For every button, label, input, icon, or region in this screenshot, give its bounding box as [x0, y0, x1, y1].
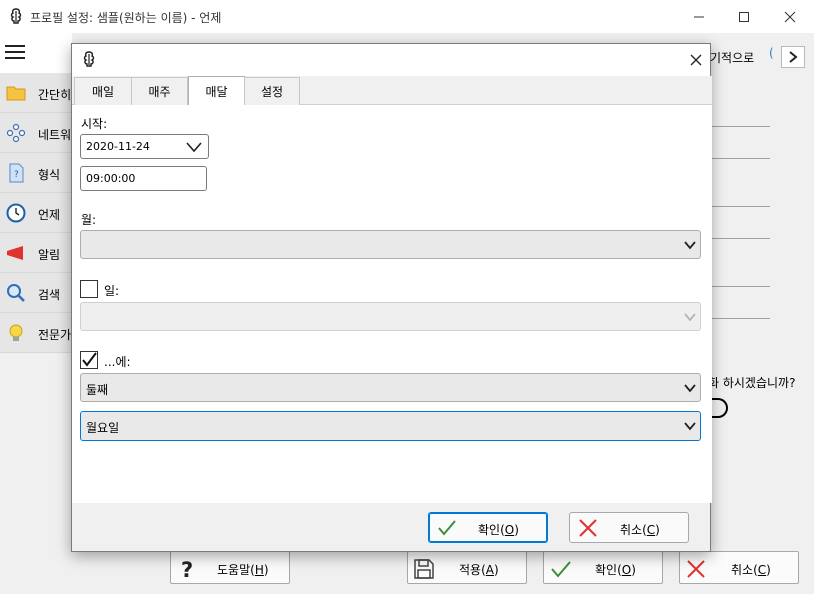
- on-checkbox[interactable]: [80, 351, 98, 369]
- cancel-x-icon: [579, 519, 597, 537]
- sidebar-item-label: 알림: [38, 248, 61, 262]
- network-icon: [6, 123, 26, 143]
- megaphone-icon: [7, 246, 23, 260]
- app-logo-icon: [10, 8, 22, 24]
- magnifier-icon: [7, 284, 25, 302]
- background-tab-label[interactable]: 기적으로: [710, 49, 754, 66]
- dialog-ok-button[interactable]: 확인(O): [428, 512, 548, 543]
- chevron-down-icon: [684, 384, 696, 393]
- sidebar-item-simple[interactable]: 간단히: [0, 73, 72, 113]
- apply-button[interactable]: 적용(A): [407, 551, 527, 584]
- background-divider: [710, 126, 770, 127]
- hamburger-menu-icon[interactable]: [5, 44, 25, 60]
- tab-monthly[interactable]: 매달: [188, 76, 245, 106]
- app-logo-icon: [83, 51, 95, 67]
- month-select[interactable]: [80, 230, 701, 259]
- help-button[interactable]: ? 도움말(H): [170, 551, 290, 584]
- sidebar: 간단히 네트워 ? 형식 언제 알림 검색 전문가: [0, 33, 72, 353]
- tab-scroll-next-button[interactable]: [781, 46, 805, 68]
- background-divider: [710, 286, 770, 287]
- schedule-dialog: 매일 매주 매달 설정 시작: 2020-11-24 09:00:00 월: 일…: [71, 43, 712, 552]
- day-label: 일:: [104, 284, 120, 298]
- chevron-down-icon: [684, 241, 696, 250]
- day-select[interactable]: [80, 302, 701, 331]
- sidebar-item-label: 간단히: [38, 88, 72, 102]
- start-label: 시작:: [81, 117, 108, 131]
- sidebar-item-label: 전문가: [38, 328, 72, 342]
- checkmark-icon: [438, 520, 456, 536]
- background-divider: [710, 238, 770, 239]
- background-question-text: 화 하시겠습니까?: [708, 376, 796, 390]
- sidebar-item-when[interactable]: 언제: [0, 193, 72, 233]
- minimize-icon: [694, 16, 704, 17]
- ordinal-select[interactable]: 둘째: [80, 373, 701, 402]
- clock-icon: [6, 203, 26, 223]
- question-mark-icon: ?: [181, 558, 193, 580]
- cancel-x-icon: [687, 560, 705, 578]
- dialog-cancel-button[interactable]: 취소(C): [569, 512, 689, 543]
- dialog-close-button[interactable]: [676, 46, 716, 74]
- close-icon: [784, 11, 796, 22]
- sidebar-item-format[interactable]: ? 형식: [0, 153, 72, 193]
- start-time-field[interactable]: 09:00:00: [80, 166, 207, 191]
- weekday-select[interactable]: 월요일: [80, 411, 701, 441]
- dialog-footer: 확인(O) 취소(C): [72, 503, 710, 551]
- main-cancel-button[interactable]: 취소(C): [679, 551, 799, 584]
- save-disk-icon: [414, 559, 434, 579]
- tab-weekly[interactable]: 매주: [131, 77, 188, 105]
- svg-text:?: ?: [14, 170, 19, 180]
- month-label: 월:: [81, 213, 97, 227]
- sidebar-item-search[interactable]: 검색: [0, 273, 72, 313]
- sidebar-item-label: 형식: [38, 168, 61, 182]
- window-close-button[interactable]: [767, 0, 813, 33]
- start-time-value: 09:00:00: [86, 172, 136, 185]
- close-icon: [690, 54, 702, 66]
- checkmark-icon: [551, 561, 571, 578]
- help-button-label: 도움말(H): [217, 563, 269, 577]
- monthly-tab-panel: 시작: 2020-11-24 09:00:00 월: 일: ...에: 둘째 월…: [72, 105, 712, 503]
- minimize-button[interactable]: [676, 0, 722, 33]
- background-tab-partial: (: [769, 46, 774, 60]
- maximize-icon: [739, 11, 749, 22]
- main-titlebar: 프로필 설정: 샘플(원하는 이름) - 언제: [0, 0, 814, 33]
- apply-button-label: 적용(A): [459, 563, 499, 577]
- tab-daily[interactable]: 매일: [74, 77, 132, 105]
- folder-icon: [6, 86, 26, 101]
- maximize-button[interactable]: [721, 0, 767, 33]
- lightbulb-icon: [9, 324, 23, 341]
- dialog-ok-button-label: 확인(O): [478, 523, 519, 537]
- window-title: 프로필 설정: 샘플(원하는 이름) - 언제: [30, 11, 222, 25]
- start-date-picker[interactable]: 2020-11-24: [80, 134, 209, 159]
- dialog-tab-bar: 매일 매주 매달 설정: [72, 76, 712, 106]
- svg-text:?: ?: [181, 558, 193, 580]
- background-divider: [710, 318, 770, 319]
- main-ok-button-label: 확인(O): [595, 563, 636, 577]
- help-file-icon: ?: [9, 163, 24, 183]
- sidebar-item-label: 언제: [38, 208, 61, 222]
- sidebar-item-label: 검색: [38, 288, 61, 302]
- sidebar-item-network[interactable]: 네트워: [0, 113, 72, 153]
- chevron-down-icon: [684, 313, 696, 322]
- day-checkbox[interactable]: [80, 280, 98, 298]
- tab-settings[interactable]: 설정: [244, 77, 300, 105]
- chevron-right-icon: [789, 51, 798, 63]
- dialog-cancel-button-label: 취소(C): [620, 523, 660, 537]
- sidebar-item-notify[interactable]: 알림: [0, 233, 72, 273]
- checkmark-icon: [82, 352, 97, 367]
- background-divider: [710, 158, 770, 159]
- sidebar-item-label: 네트워: [38, 128, 72, 142]
- on-label: ...에:: [104, 355, 131, 369]
- sidebar-item-expert[interactable]: 전문가: [0, 313, 72, 353]
- main-cancel-button-label: 취소(C): [731, 563, 771, 577]
- start-date-value: 2020-11-24: [86, 140, 150, 153]
- background-divider: [710, 206, 770, 207]
- ordinal-select-value: 둘째: [86, 383, 109, 397]
- chevron-down-icon: [684, 422, 696, 431]
- chevron-down-icon[interactable]: [186, 141, 202, 153]
- main-ok-button[interactable]: 확인(O): [543, 551, 663, 584]
- weekday-select-value: 월요일: [86, 421, 120, 435]
